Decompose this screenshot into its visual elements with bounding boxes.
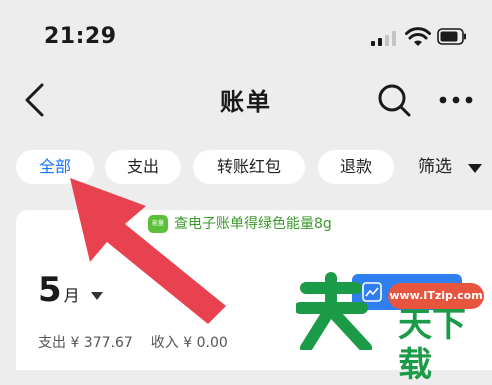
filter-button[interactable]: 筛选 xyxy=(418,150,452,184)
battery-icon xyxy=(437,28,466,45)
filter-caret-icon[interactable] xyxy=(468,164,482,174)
signal-icon xyxy=(371,30,399,46)
wifi-icon xyxy=(405,27,431,46)
month-number: 5 xyxy=(38,270,62,310)
income-total: 收入 ¥ 0.00 xyxy=(150,335,228,351)
search-icon[interactable] xyxy=(376,82,412,118)
watermark-logo-icon xyxy=(296,272,372,350)
status-bar: 21:29 xyxy=(0,0,492,70)
page-title: 账单 xyxy=(220,88,272,116)
watermark-text: 天下载 xyxy=(398,305,466,385)
status-time: 21:29 xyxy=(44,24,117,49)
tab-refund[interactable]: 退款 xyxy=(318,150,394,184)
annotation-arrow-icon xyxy=(70,178,226,324)
nav-bar: 账单 xyxy=(0,70,492,130)
monthly-stats: 支出 ¥ 377.67 收入 ¥ 0.00 xyxy=(38,332,246,352)
expense-total: 支出 ¥ 377.67 xyxy=(38,335,133,351)
more-icon[interactable] xyxy=(438,92,474,108)
